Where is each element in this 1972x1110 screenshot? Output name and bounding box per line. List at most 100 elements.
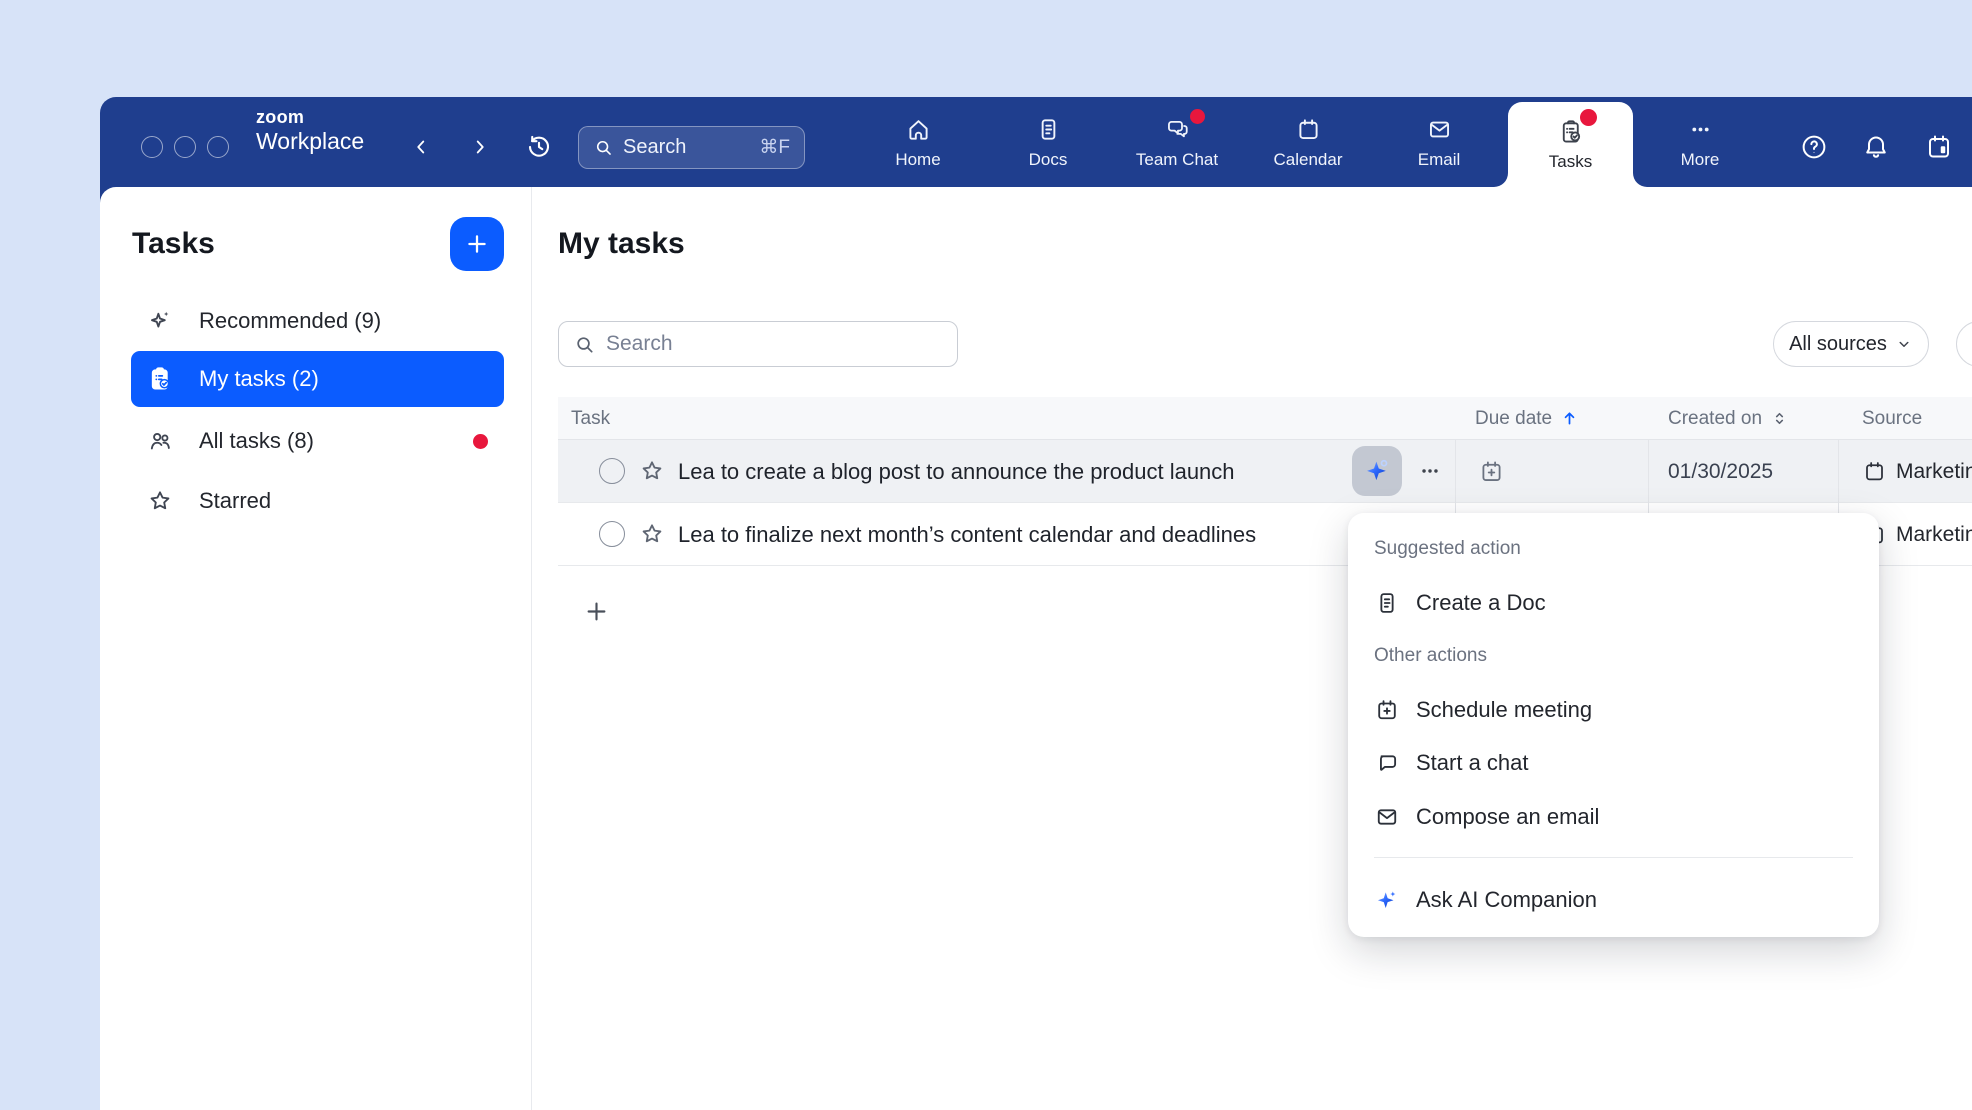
email-icon xyxy=(1426,116,1453,143)
sidebar-item-recommended[interactable]: Recommended (9) xyxy=(131,293,504,349)
history-button[interactable] xyxy=(521,129,557,165)
sidebar-item-all-tasks[interactable]: All tasks (8) xyxy=(131,413,504,469)
task-checkbox[interactable] xyxy=(599,521,625,547)
history-icon xyxy=(524,132,554,162)
row-more-button[interactable] xyxy=(1410,453,1450,489)
plus-icon xyxy=(583,598,610,625)
menu-item-label: Start a chat xyxy=(1416,750,1529,776)
my-tasks-icon xyxy=(146,365,174,393)
people-icon xyxy=(146,427,174,455)
help-icon xyxy=(1799,132,1829,162)
home-icon xyxy=(905,116,932,143)
star-icon xyxy=(146,487,174,515)
task-title: Lea to create a blog post to announce th… xyxy=(678,440,1235,503)
menu-item-ask-ai-companion[interactable]: Ask AI Companion xyxy=(1348,873,1879,927)
today-calendar-button[interactable] xyxy=(1920,128,1958,166)
task-title: Lea to finalize next month’s content cal… xyxy=(678,503,1256,566)
task-checkbox[interactable] xyxy=(599,458,625,484)
more-dots-icon xyxy=(1687,116,1714,143)
sidebar-item-my-tasks[interactable]: My tasks (2) xyxy=(131,351,504,407)
nav-item-email[interactable]: Email xyxy=(1384,109,1494,177)
sparkle-icon xyxy=(146,307,174,335)
bell-icon xyxy=(1861,132,1891,162)
search-shortcut: ⌘F xyxy=(759,136,790,159)
window-close-button[interactable] xyxy=(141,136,163,158)
nav-item-more[interactable]: More xyxy=(1645,109,1755,177)
menu-item-create-doc[interactable]: Create a Doc xyxy=(1348,576,1879,630)
nav-tab-tasks-active[interactable]: Tasks xyxy=(1508,102,1633,187)
email-icon xyxy=(1374,804,1400,830)
source-value: Marketing xyxy=(1896,503,1972,566)
search-icon xyxy=(593,137,614,158)
ai-companion-button[interactable] xyxy=(1352,446,1402,496)
menu-section-label: Suggested action xyxy=(1374,538,1521,560)
task-search[interactable] xyxy=(558,321,958,367)
calendar-icon xyxy=(1295,116,1322,143)
ai-sparkle-icon xyxy=(1362,456,1392,486)
menu-item-compose-email[interactable]: Compose an email xyxy=(1348,790,1879,844)
nav-item-calendar[interactable]: Calendar xyxy=(1253,109,1363,177)
forward-button[interactable] xyxy=(464,131,496,163)
source-calendar-icon xyxy=(1862,459,1887,484)
nav-item-label: Calendar xyxy=(1274,150,1343,170)
sidebar-title: Tasks xyxy=(132,227,215,261)
menu-divider xyxy=(1374,857,1853,858)
menu-item-start-chat[interactable]: Start a chat xyxy=(1348,736,1879,790)
brand-workplace-text: Workplace xyxy=(256,130,364,153)
ai-sparkle-icon xyxy=(1374,887,1400,913)
chevron-left-icon xyxy=(410,136,432,158)
source-value: Marketing xyxy=(1896,440,1972,503)
created-on-value: 01/30/2025 xyxy=(1668,440,1773,503)
team-chat-badge xyxy=(1190,109,1205,124)
suggested-actions-menu: Suggested action Create a Doc Other acti… xyxy=(1348,513,1879,937)
window-zoom-button[interactable] xyxy=(207,136,229,158)
tasks-badge xyxy=(1580,109,1597,126)
doc-icon xyxy=(1374,590,1400,616)
more-dots-icon xyxy=(1417,458,1443,484)
add-task-inline-button[interactable] xyxy=(578,593,614,629)
top-navigation-bar: zoom Workplace Search ⌘F Home Docs xyxy=(100,97,1972,187)
global-search[interactable]: Search ⌘F xyxy=(578,126,805,169)
column-header-created-on[interactable]: Created on xyxy=(1668,397,1789,440)
notifications-button[interactable] xyxy=(1857,128,1895,166)
nav-item-docs[interactable]: Docs xyxy=(993,109,1103,177)
menu-item-schedule-meeting[interactable]: Schedule meeting xyxy=(1348,683,1879,737)
sort-ascending-icon xyxy=(1560,409,1579,428)
task-search-input[interactable] xyxy=(606,332,943,356)
sidebar-divider xyxy=(531,187,532,1110)
docs-icon xyxy=(1035,116,1062,143)
column-header-task[interactable]: Task xyxy=(571,397,610,440)
task-row[interactable]: Lea to create a blog post to announce th… xyxy=(558,440,1972,503)
window-minimize-button[interactable] xyxy=(174,136,196,158)
nav-item-label: More xyxy=(1681,150,1720,170)
star-icon xyxy=(638,520,666,548)
menu-item-label: Compose an email xyxy=(1416,804,1599,830)
nav-item-label: Home xyxy=(895,150,940,170)
set-due-date-button[interactable] xyxy=(1478,458,1505,485)
all-tasks-badge xyxy=(473,434,488,449)
back-button[interactable] xyxy=(405,131,437,163)
nav-item-home[interactable]: Home xyxy=(863,109,973,177)
tab-fillet xyxy=(1494,173,1508,187)
star-toggle[interactable] xyxy=(638,520,666,548)
menu-item-label: Schedule meeting xyxy=(1416,697,1592,723)
column-header-source[interactable]: Source xyxy=(1862,397,1922,440)
nav-item-team-chat[interactable]: Team Chat xyxy=(1122,109,1232,177)
add-task-button[interactable] xyxy=(450,217,504,271)
nav-tab-label: Tasks xyxy=(1549,152,1592,172)
brand-zoom-text: zoom xyxy=(256,108,364,126)
sources-filter-dropdown[interactable]: All sources xyxy=(1773,321,1929,367)
star-toggle[interactable] xyxy=(638,457,666,485)
calendar-today-icon xyxy=(1924,132,1954,162)
table-header: Task Due date Created on Source xyxy=(558,397,1972,440)
window-controls xyxy=(141,136,229,158)
global-search-label: Search xyxy=(623,136,750,159)
column-header-due-date[interactable]: Due date xyxy=(1475,397,1579,440)
nav-item-label: Email xyxy=(1418,150,1461,170)
sources-filter-label: All sources xyxy=(1789,333,1887,356)
plus-icon xyxy=(464,231,490,257)
menu-item-label: Create a Doc xyxy=(1416,590,1546,616)
help-button[interactable] xyxy=(1795,128,1833,166)
star-icon xyxy=(638,457,666,485)
sidebar-item-starred[interactable]: Starred xyxy=(131,473,504,529)
